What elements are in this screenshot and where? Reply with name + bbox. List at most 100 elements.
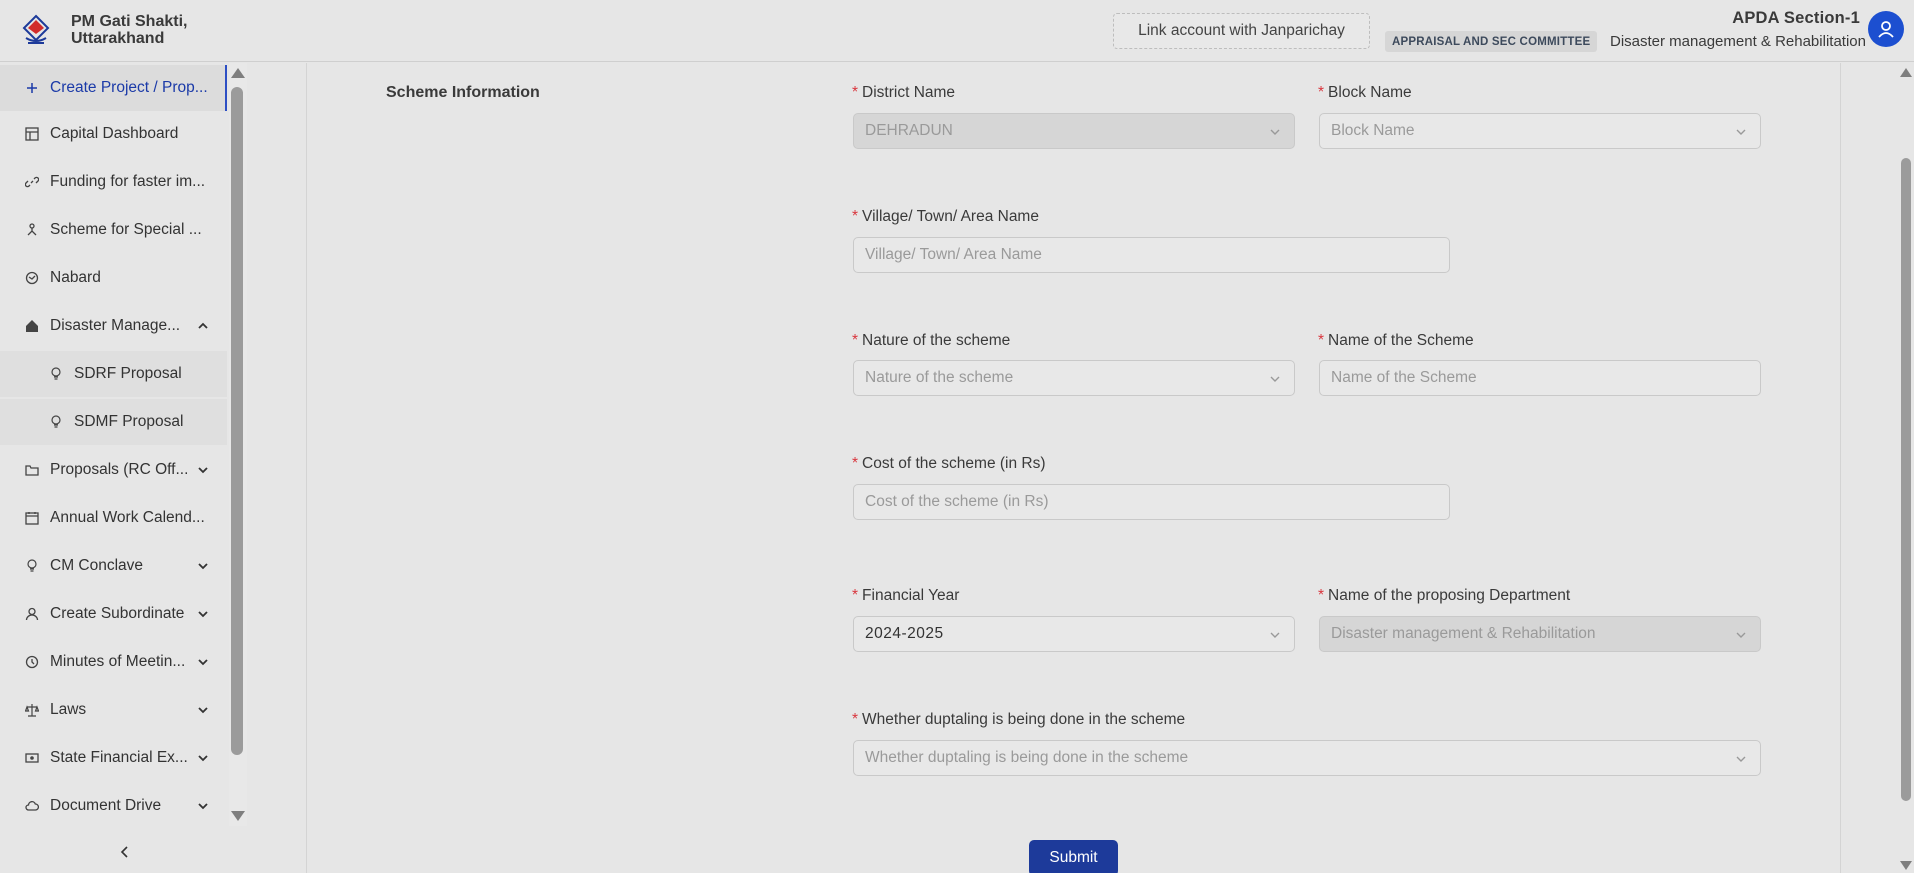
- sidebar-item-create-project[interactable]: Create Project / Prop...: [0, 65, 227, 111]
- sidebar-item-annual-work-calendar[interactable]: Annual Work Calend...: [0, 495, 227, 541]
- sidebar: Create Project / Prop... Capital Dashboa…: [0, 63, 227, 826]
- clock-icon: [24, 654, 40, 670]
- sidebar-item-capital-dashboard[interactable]: Capital Dashboard: [0, 111, 227, 157]
- required-mark: *: [852, 332, 859, 349]
- brand-title[interactable]: PM Gati Shakti, Uttarakhand: [71, 13, 187, 47]
- sidebar-item-funding[interactable]: Funding for faster im...: [0, 159, 227, 205]
- required-mark: *: [852, 84, 859, 101]
- sidebar-item-minutes-of-meeting[interactable]: Minutes of Meetin...: [0, 639, 227, 685]
- uttarakhand-logo-icon[interactable]: [18, 12, 54, 48]
- folder-icon: [24, 462, 40, 478]
- collapse-sidebar-icon[interactable]: [117, 844, 133, 860]
- sidebar-item-label: Proposals (RC Off...: [50, 461, 189, 478]
- nature-of-scheme-select[interactable]: Nature of the scheme: [853, 360, 1295, 396]
- scroll-up-arrow-icon[interactable]: [231, 68, 245, 78]
- sidebar-item-label: Laws: [50, 701, 87, 718]
- sidebar-item-sdmf-proposal[interactable]: SDMF Proposal: [0, 399, 227, 445]
- block-name-label: * Block Name: [1318, 84, 1412, 102]
- duplicating-label: * Whether duptaling is being done in the …: [852, 711, 1185, 729]
- sidebar-item-cm-conclave[interactable]: CM Conclave: [0, 543, 227, 589]
- duplicating-label-text: Whether duptaling is being done in the s…: [862, 711, 1186, 728]
- sidebar-scrollbar[interactable]: [229, 63, 247, 826]
- bulb-icon: [48, 366, 64, 382]
- user-department: Disaster management & Rehabilitation: [1610, 33, 1866, 50]
- sidebar-item-sdrf-proposal[interactable]: SDRF Proposal: [0, 351, 227, 397]
- cloud-icon: [24, 798, 40, 814]
- duplicating-placeholder: Whether duptaling is being done in the s…: [865, 749, 1189, 766]
- sidebar-item-label: SDMF Proposal: [74, 413, 184, 430]
- cost-of-scheme-label: * Cost of the scheme (in Rs): [852, 455, 1046, 473]
- sidebar-item-laws[interactable]: Laws: [0, 687, 227, 733]
- plus-icon: [24, 80, 40, 96]
- cost-of-scheme-input[interactable]: Cost of the scheme (in Rs): [853, 484, 1450, 520]
- sidebar-item-label: Create Subordinate: [50, 605, 185, 622]
- proposing-department-select[interactable]: Disaster management & Rehabilitation: [1319, 616, 1761, 652]
- village-name-placeholder: Village/ Town/ Area Name: [865, 246, 1042, 263]
- dashboard-icon: [24, 126, 40, 142]
- section-title: Scheme Information: [386, 84, 540, 101]
- sidebar-item-label: Minutes of Meetin...: [50, 653, 186, 670]
- proposing-department-label-text: Name of the proposing Department: [1328, 587, 1571, 604]
- chevron-down-icon: [197, 752, 209, 764]
- chevron-down-icon: [1269, 126, 1281, 138]
- financial-year-label: * Financial Year: [852, 587, 959, 605]
- required-mark: *: [852, 711, 859, 728]
- sidebar-item-label: Funding for faster im...: [50, 173, 206, 190]
- sidebar-item-label: Capital Dashboard: [50, 125, 179, 142]
- duplicating-select[interactable]: Whether duptaling is being done in the s…: [853, 740, 1761, 776]
- scale-icon: [24, 702, 40, 718]
- village-name-label: * Village/ Town/ Area Name: [852, 208, 1039, 226]
- bulb-icon: [48, 414, 64, 430]
- sidebar-item-document-drive[interactable]: Document Drive: [0, 783, 227, 829]
- main-scrollbar[interactable]: [1898, 63, 1914, 873]
- chevron-down-icon: [197, 704, 209, 716]
- sidebar-item-disaster-management[interactable]: Disaster Manage...: [0, 303, 227, 349]
- sidebar-item-scheme-special[interactable]: Scheme for Special ...: [0, 207, 227, 253]
- chevron-down-icon: [1269, 629, 1281, 641]
- user-name: APDA Section-1: [1732, 9, 1860, 27]
- user-icon: [24, 606, 40, 622]
- sidebar-item-create-subordinate[interactable]: Create Subordinate: [0, 591, 227, 637]
- required-mark: *: [852, 208, 859, 225]
- proposing-department-label: * Name of the proposing Department: [1318, 587, 1570, 605]
- main-scroll-thumb[interactable]: [1901, 158, 1911, 801]
- scheme-name-input[interactable]: Name of the Scheme: [1319, 360, 1761, 396]
- sidebar-scroll-thumb[interactable]: [231, 87, 243, 755]
- financial-year-value: 2024-2025: [865, 625, 944, 642]
- sidebar-item-label: CM Conclave: [50, 557, 144, 574]
- chevron-down-icon: [1735, 753, 1747, 765]
- sidebar-item-state-financial[interactable]: State Financial Ex...: [0, 735, 227, 781]
- block-name-select[interactable]: Block Name: [1319, 113, 1761, 149]
- scroll-down-arrow-icon[interactable]: [231, 811, 245, 821]
- chevron-down-icon: [197, 656, 209, 668]
- chevron-up-icon: [197, 320, 209, 332]
- chevron-down-icon: [1735, 629, 1747, 641]
- required-mark: *: [852, 455, 859, 472]
- money-icon: [24, 750, 40, 766]
- sidebar-item-label: SDRF Proposal: [74, 365, 182, 382]
- sidebar-item-nabard[interactable]: Nabard: [0, 255, 227, 301]
- nature-of-scheme-label: * Nature of the scheme: [852, 332, 1010, 350]
- proposing-department-value: Disaster management & Rehabilitation: [1331, 625, 1596, 642]
- link-janparichay-button[interactable]: Link account with Janparichay: [1113, 13, 1370, 49]
- sidebar-item-proposals-rc[interactable]: Proposals (RC Off...: [0, 447, 227, 493]
- required-mark: *: [852, 587, 859, 604]
- submit-button[interactable]: Submit: [1029, 840, 1118, 873]
- cost-of-scheme-label-text: Cost of the scheme (in Rs): [862, 455, 1046, 472]
- district-name-select[interactable]: DEHRADUN: [853, 113, 1295, 149]
- sidebar-item-label: Scheme for Special ...: [50, 221, 202, 238]
- user-avatar-icon[interactable]: [1868, 11, 1904, 47]
- scroll-down-arrow-icon[interactable]: [1900, 861, 1912, 870]
- village-name-input[interactable]: Village/ Town/ Area Name: [853, 237, 1450, 273]
- block-name-label-text: Block Name: [1328, 84, 1412, 101]
- sidebar-item-label: Nabard: [50, 269, 101, 286]
- chevron-down-icon: [197, 560, 209, 572]
- cost-of-scheme-placeholder: Cost of the scheme (in Rs): [865, 493, 1049, 510]
- nature-of-scheme-label-text: Nature of the scheme: [862, 332, 1011, 349]
- brand-line-1: PM Gati Shakti,: [71, 13, 188, 30]
- financial-year-select[interactable]: 2024-2025: [853, 616, 1295, 652]
- scroll-up-arrow-icon[interactable]: [1900, 68, 1912, 77]
- financial-year-label-text: Financial Year: [862, 587, 960, 604]
- bulb-icon: [24, 558, 40, 574]
- chevron-down-icon: [197, 608, 209, 620]
